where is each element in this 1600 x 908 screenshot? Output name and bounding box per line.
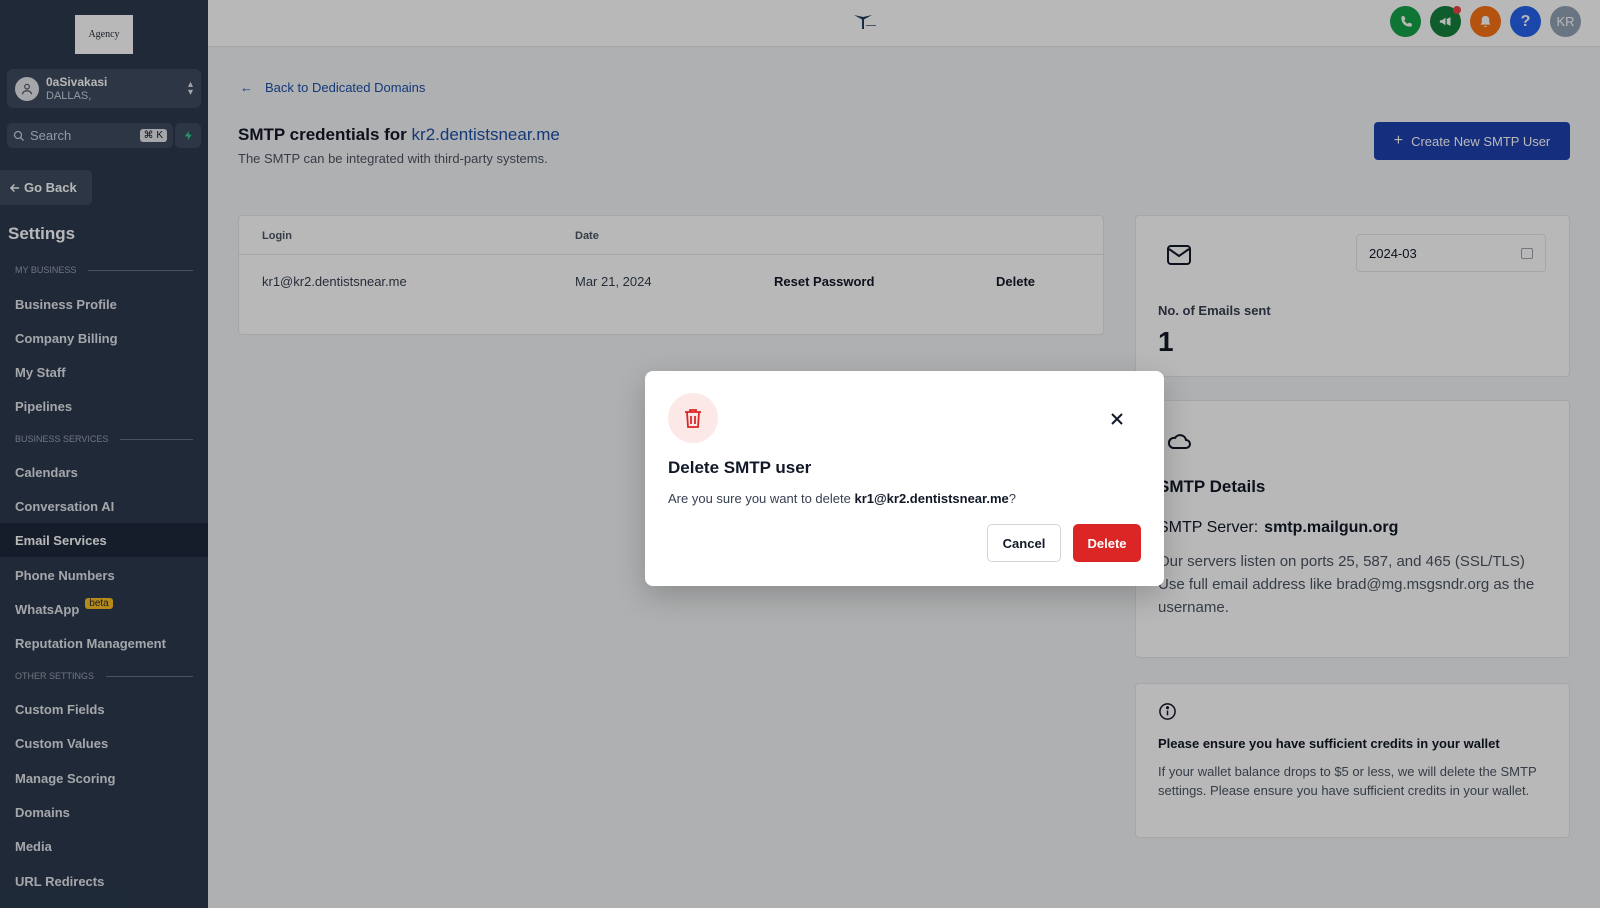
cancel-button[interactable]: Cancel [987, 524, 1061, 562]
close-icon [1111, 413, 1123, 425]
dialog-email: kr1@kr2.dentistsnear.me [854, 491, 1009, 506]
trash-icon [668, 393, 718, 443]
delete-smtp-user-dialog: Delete SMTP user Are you sure you want t… [645, 371, 1164, 586]
close-button[interactable] [1107, 409, 1127, 429]
dialog-message: Are you sure you want to delete kr1@kr2.… [668, 491, 1017, 506]
dialog-title: Delete SMTP user [668, 458, 812, 477]
confirm-delete-button[interactable]: Delete [1073, 524, 1141, 562]
